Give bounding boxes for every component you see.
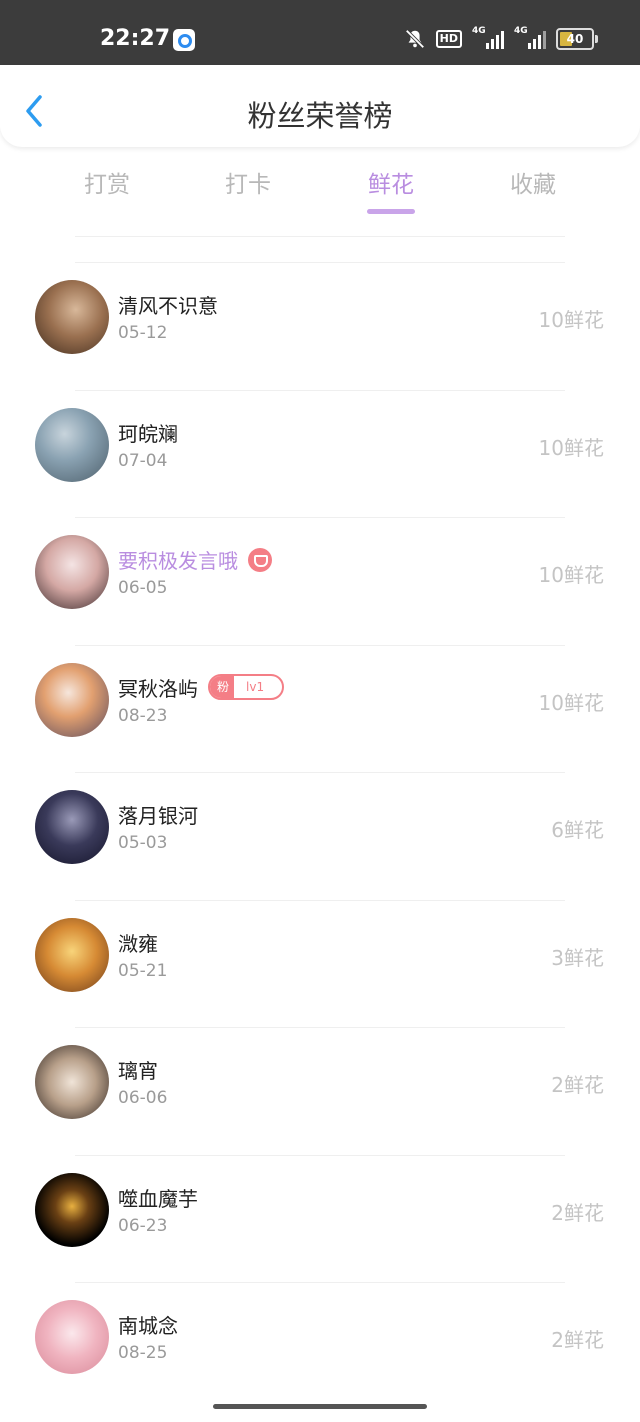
fan-row[interactable]: 溦雍 05-21 3鲜花 <box>0 899 640 1028</box>
battery-icon: 40 <box>556 28 598 50</box>
flower-count: 10鲜花 <box>538 563 604 587</box>
fan-name: 溦雍 <box>118 931 158 956</box>
tab-label: 打卡 <box>225 172 271 198</box>
avatar[interactable] <box>35 407 109 482</box>
fan-date: 06-05 <box>118 578 168 598</box>
tab-label: 打赏 <box>84 172 130 198</box>
fan-date: 08-23 <box>118 705 168 726</box>
fan-date: 05-21 <box>118 960 168 981</box>
fan-name: 璃宵 <box>118 1059 158 1083</box>
header: 粉丝荣誉榜 <box>0 65 640 147</box>
tab-label: 鲜花 <box>368 172 414 198</box>
flower-count: 2鲜花 <box>551 1073 604 1097</box>
fan-list: 清风不识意 05-12 10鲜花 珂皖斓 07-04 10鲜花 要积极发言哦 0… <box>0 262 640 1410</box>
tab-bar: 打赏 打卡 鲜花 收藏 <box>0 165 640 215</box>
vip-diamond-icon <box>248 547 272 572</box>
status-bar: 22:27 HD 4G 4G 40 <box>0 0 640 65</box>
fan-date: 07-04 <box>118 450 168 471</box>
avatar[interactable] <box>35 662 109 737</box>
status-time: 22:27 <box>100 26 171 51</box>
flower-count: 2鲜花 <box>551 1328 604 1352</box>
tab-reward[interactable]: 打赏 <box>47 165 167 199</box>
avatar[interactable] <box>35 1300 109 1374</box>
fan-name: 冥秋洛屿 <box>118 676 198 701</box>
fan-row[interactable]: 南城念 08-25 2鲜花 <box>0 1282 640 1410</box>
hd-voice-icon: HD <box>435 30 462 48</box>
flower-count: 2鲜花 <box>551 1200 604 1225</box>
battery-level: 40 <box>566 32 584 46</box>
fan-name: 珂皖斓 <box>118 421 178 446</box>
tab-checkin[interactable]: 打卡 <box>188 165 308 199</box>
signal-label: 4G <box>472 26 486 36</box>
fan-name: 清风不识意 <box>118 294 218 318</box>
fan-row[interactable]: 璃宵 06-06 2鲜花 <box>0 1027 640 1155</box>
fan-date: 05-03 <box>118 833 168 853</box>
fan-badge-label: 粉 <box>210 676 235 698</box>
fan-date: 05-12 <box>118 323 168 343</box>
divider <box>75 236 565 237</box>
fan-name: 落月银河 <box>118 804 198 828</box>
fan-name: 南城念 <box>118 1314 178 1338</box>
active-tab-indicator <box>367 209 415 214</box>
flower-count: 3鲜花 <box>551 945 604 970</box>
avatar[interactable] <box>35 917 109 992</box>
fan-date: 06-06 <box>118 1088 168 1108</box>
fan-row[interactable]: 冥秋洛屿 粉 lv1 08-23 10鲜花 <box>0 644 640 773</box>
fan-row[interactable]: 珂皖斓 07-04 10鲜花 <box>0 389 640 518</box>
status-icons: HD 4G 4G 40 <box>404 26 598 50</box>
app-notification-icon <box>173 29 195 51</box>
flower-count: 10鲜花 <box>538 308 604 332</box>
home-indicator[interactable] <box>213 1404 427 1409</box>
flower-count: 10鲜花 <box>538 690 604 715</box>
avatar[interactable] <box>35 1045 109 1119</box>
tab-flowers[interactable]: 鲜花 <box>331 165 451 214</box>
page-title: 粉丝荣誉榜 <box>247 99 393 133</box>
fan-level-badge: 粉 lv1 <box>208 674 285 700</box>
tab-label: 收藏 <box>510 172 556 198</box>
fan-date: 08-25 <box>118 1343 168 1363</box>
fan-row[interactable]: 落月银河 05-03 6鲜花 <box>0 772 640 900</box>
fan-row[interactable]: 要积极发言哦 06-05 10鲜花 <box>0 517 640 645</box>
fan-row[interactable]: 清风不识意 05-12 10鲜花 <box>0 262 640 390</box>
flower-count: 10鲜花 <box>538 435 604 460</box>
tab-favorites[interactable]: 收藏 <box>473 165 593 199</box>
fan-name: 噬血魔芋 <box>118 1186 198 1211</box>
fan-name: 要积极发言哦 <box>118 549 238 573</box>
signal-label: 4G <box>514 26 528 36</box>
signal-icon: 4G <box>472 26 504 49</box>
flower-count: 6鲜花 <box>551 818 604 842</box>
avatar[interactable] <box>35 1172 109 1247</box>
avatar[interactable] <box>35 790 109 864</box>
mute-bell-icon <box>405 29 425 49</box>
avatar[interactable] <box>35 535 109 609</box>
fan-date: 06-23 <box>118 1215 168 1236</box>
signal-icon: 4G <box>514 26 546 49</box>
fan-row[interactable]: 噬血魔芋 06-23 2鲜花 <box>0 1154 640 1283</box>
avatar[interactable] <box>35 280 109 354</box>
fan-badge-level: lv1 <box>246 680 265 694</box>
